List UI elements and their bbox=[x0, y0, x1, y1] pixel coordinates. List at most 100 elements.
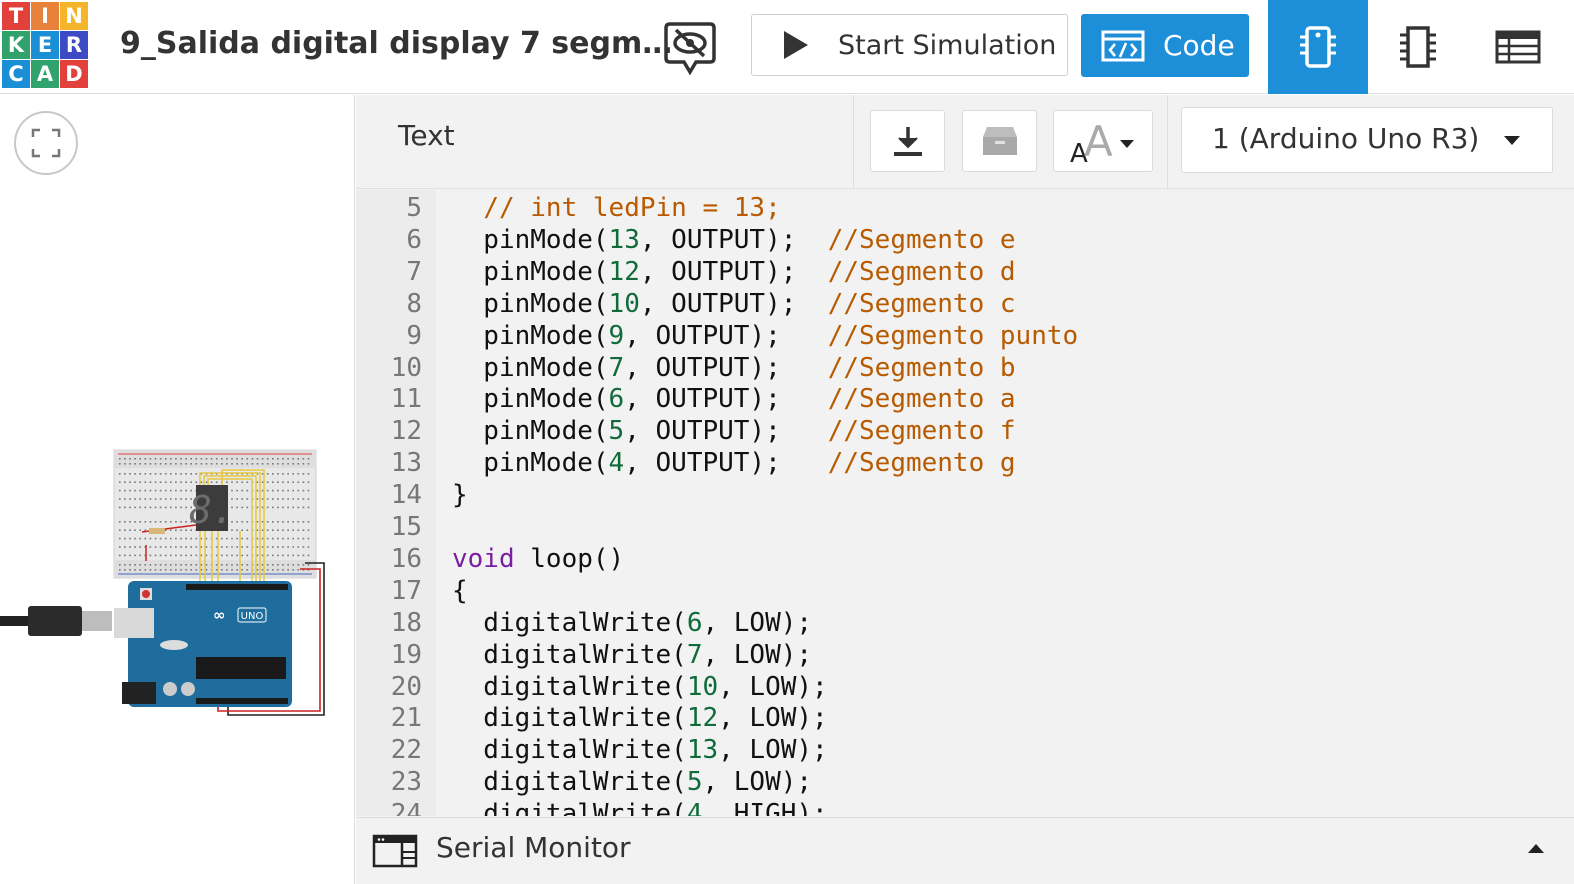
code-mode-dropdown[interactable]: Text bbox=[398, 119, 455, 152]
code-line[interactable]: 24 digitalWrite(4, HIGH); bbox=[356, 798, 1556, 816]
tinkercad-logo[interactable]: TIN KER CAD bbox=[2, 2, 88, 88]
code-line[interactable]: 8 pinMode(10, OUTPUT); //Segmento c bbox=[356, 288, 1556, 320]
code-line[interactable]: 14} bbox=[356, 479, 1556, 511]
logo-tile: D bbox=[60, 60, 88, 88]
code-token: , LOW); bbox=[702, 639, 813, 670]
upload-library-button[interactable] bbox=[962, 110, 1037, 172]
code-token: , OUTPUT); bbox=[624, 320, 828, 351]
code-token: // int ledPin = 13; bbox=[483, 193, 781, 223]
code-token: , LOW); bbox=[702, 607, 813, 638]
code-button[interactable]: Code bbox=[1081, 14, 1249, 77]
line-text: // int ledPin = 13; bbox=[452, 192, 781, 224]
line-number: 6 bbox=[406, 224, 422, 255]
code-token: 7 bbox=[686, 639, 703, 670]
fullscreen-icon bbox=[31, 128, 61, 158]
line-text: { bbox=[452, 575, 468, 607]
project-title[interactable]: 9_Salida digital display 7 segm… bbox=[120, 26, 672, 61]
line-number: 20 bbox=[390, 671, 422, 702]
line-number: 7 bbox=[406, 256, 422, 287]
line-text: pinMode(9, OUTPUT); //Segmento punto bbox=[452, 320, 1078, 352]
line-number: 15 bbox=[390, 512, 422, 542]
line-text: digitalWrite(4, HIGH); bbox=[452, 798, 827, 816]
code-line[interactable]: 5 // int ledPin = 13; bbox=[356, 192, 1556, 224]
line-text: digitalWrite(12, LOW); bbox=[452, 702, 827, 734]
line-number: 11 bbox=[390, 384, 422, 415]
line-number: 8 bbox=[406, 288, 422, 319]
circuit-canvas[interactable]: 8. ∞ UNO bbox=[0, 95, 355, 884]
line-text: pinMode(12, OUTPUT); //Segmento d bbox=[452, 256, 1016, 288]
components-view-tab[interactable] bbox=[1268, 0, 1368, 94]
code-token: digitalWrite( bbox=[452, 639, 687, 670]
line-number: 9 bbox=[406, 320, 422, 351]
line-number: 18 bbox=[390, 607, 422, 638]
code-token: digitalWrite( bbox=[452, 703, 687, 734]
code-token: 7 bbox=[608, 352, 625, 383]
serial-monitor-toggle[interactable]: Serial Monitor bbox=[356, 817, 1574, 884]
line-text: void loop() bbox=[452, 543, 624, 575]
download-code-button[interactable] bbox=[870, 110, 945, 172]
code-line[interactable]: 23 digitalWrite(5, LOW); bbox=[356, 766, 1556, 798]
code-line[interactable]: 21 digitalWrite(12, LOW); bbox=[356, 702, 1556, 734]
code-button-label: Code bbox=[1163, 29, 1235, 62]
code-line[interactable]: 16 void loop() bbox=[356, 543, 1556, 575]
code-line[interactable]: 7 pinMode(12, OUTPUT); //Segmento d bbox=[356, 256, 1556, 288]
code-line[interactable]: 18 digitalWrite(6, LOW); bbox=[356, 607, 1556, 639]
code-line[interactable]: 19 digitalWrite(7, LOW); bbox=[356, 639, 1556, 671]
download-icon bbox=[893, 127, 922, 156]
arduino-circuit[interactable]: 8. ∞ UNO bbox=[0, 445, 340, 735]
code-line[interactable]: 6 pinMode(13, OUTPUT); //Segmento e bbox=[356, 224, 1556, 256]
code-token: //Segmento d bbox=[827, 256, 1016, 287]
line-number: 21 bbox=[390, 703, 422, 734]
code-editor[interactable]: 5 // int ledPin = 13; 6 pinMode(13, OUTPU… bbox=[356, 190, 1574, 816]
logo-tile: I bbox=[31, 2, 59, 30]
logo-tile: E bbox=[31, 31, 59, 59]
serial-monitor-icon bbox=[372, 834, 418, 868]
code-line[interactable]: 10 pinMode(7, OUTPUT); //Segmento b bbox=[356, 352, 1556, 384]
start-simulation-label: Start Simulation bbox=[838, 29, 1057, 61]
code-token: pinMode( bbox=[452, 224, 609, 255]
device-select-dropdown[interactable]: 1 (Arduino Uno R3) bbox=[1181, 107, 1553, 173]
component-chip-icon bbox=[1296, 25, 1340, 69]
line-text: digitalWrite(6, LOW); bbox=[452, 607, 812, 639]
code-toolbar: Text A A 1 (Arduino Uno R3) bbox=[356, 95, 1574, 189]
code-token: pinMode( bbox=[452, 352, 609, 383]
line-number: 10 bbox=[390, 352, 422, 383]
code-token: //Segmento f bbox=[827, 416, 1016, 447]
code-line[interactable]: 15 bbox=[356, 511, 1556, 543]
font-size-button[interactable]: A A bbox=[1053, 110, 1153, 172]
code-token: pinMode( bbox=[452, 416, 609, 447]
line-number: 13 bbox=[390, 448, 422, 479]
schematic-view-tab[interactable] bbox=[1368, 0, 1468, 94]
code-icon bbox=[1101, 30, 1145, 62]
code-line[interactable]: 11 pinMode(6, OUTPUT); //Segmento a bbox=[356, 383, 1556, 415]
code-line[interactable]: 13 pinMode(4, OUTPUT); //Segmento g bbox=[356, 447, 1556, 479]
line-number: 17 bbox=[390, 575, 422, 606]
usb-cable[interactable] bbox=[0, 606, 112, 636]
notes-toggle-icon[interactable] bbox=[664, 20, 716, 78]
code-line[interactable]: 17 { bbox=[356, 575, 1556, 607]
toolbar-divider bbox=[853, 95, 854, 189]
arduino-uno-board[interactable]: ∞ UNO bbox=[114, 581, 292, 707]
fit-to-view-button[interactable] bbox=[14, 111, 78, 175]
line-text: pinMode(4, OUTPUT); //Segmento g bbox=[452, 447, 1015, 479]
code-token: pinMode( bbox=[452, 384, 609, 415]
line-number: 16 bbox=[390, 543, 422, 574]
code-token: loop() bbox=[514, 543, 625, 574]
code-line[interactable]: 12 pinMode(5, OUTPUT); //Segmento f bbox=[356, 415, 1556, 447]
code-token: 13 bbox=[686, 735, 719, 766]
bill-of-materials-tab[interactable] bbox=[1468, 0, 1568, 94]
code-line[interactable]: 22 digitalWrite(13, LOW); bbox=[356, 734, 1556, 766]
code-line[interactable]: 20 digitalWrite(10, LOW); bbox=[356, 671, 1556, 703]
logo-tile: R bbox=[60, 31, 88, 59]
code-token: , OUTPUT); bbox=[624, 352, 828, 383]
code-line[interactable]: 9 pinMode(9, OUTPUT); //Segmento punto bbox=[356, 320, 1556, 352]
code-token: digitalWrite( bbox=[452, 799, 687, 816]
font-size-icon: A A bbox=[1070, 117, 1134, 166]
start-simulation-button[interactable]: Start Simulation bbox=[751, 14, 1068, 76]
line-number: 12 bbox=[390, 416, 422, 447]
code-token: 5 bbox=[686, 767, 703, 798]
code-token: 10 bbox=[686, 671, 719, 702]
code-token: , LOW); bbox=[702, 767, 813, 798]
code-token: 6 bbox=[686, 607, 703, 638]
logo-tile: K bbox=[2, 31, 30, 59]
